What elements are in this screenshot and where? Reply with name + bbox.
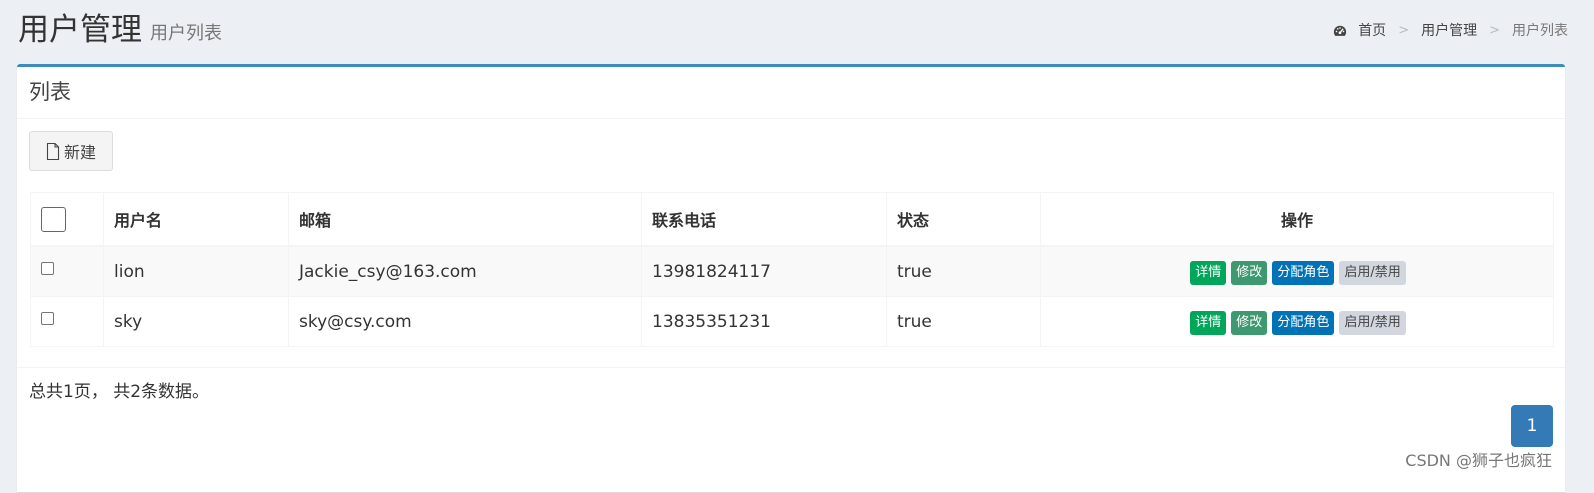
breadcrumb-separator: > [1489,23,1500,38]
box-header: 列表 [17,67,1565,119]
table-row: lion Jackie_csy@163.com 13981824117 true… [30,245,1554,297]
cell-phone: 13835351231 [641,296,887,347]
column-header-email[interactable]: 邮箱 [288,192,642,247]
breadcrumb-home-link[interactable]: 首页 [1358,20,1386,42]
cell-actions: 详情 修改 分配角色 启用/禁用 [1040,245,1554,297]
cell-username: sky [103,296,289,347]
cell-email: Jackie_csy@163.com [288,245,642,297]
breadcrumb-current: 用户列表 [1512,23,1568,39]
page-subtitle: 用户列表 [150,23,222,44]
edit-button[interactable]: 修改 [1231,260,1268,285]
row-checkbox[interactable] [41,312,54,325]
detail-button[interactable]: 详情 [1190,310,1227,335]
content-header: 用户管理 用户列表 首页 > 用户管理 > 用户列表 [0,0,1594,64]
box-footer: 总共1页， 共2条数据。 1 [17,367,1565,493]
pagination-summary: 总共1页， 共2条数据。 [29,382,210,402]
column-header-phone[interactable]: 联系电话 [641,192,887,247]
column-header-username[interactable]: 用户名 [103,192,289,247]
box-title: 列表 [29,80,71,104]
edit-button[interactable]: 修改 [1231,310,1268,335]
assign-role-button[interactable]: 分配角色 [1272,310,1335,335]
cell-email: sky@csy.com [288,296,642,347]
row-select-cell [30,245,104,297]
action-buttons: 详情 修改 分配角色 启用/禁用 [1190,310,1406,335]
cell-actions: 详情 修改 分配角色 启用/禁用 [1040,296,1554,347]
select-all-checkbox[interactable] [41,206,66,232]
cell-status: true [886,296,1041,347]
user-table: 用户名 邮箱 联系电话 状态 操作 lion Jackie_csy@163.co… [30,192,1554,347]
cell-phone: 13981824117 [641,245,887,297]
new-button-label: 新建 [63,143,96,162]
breadcrumb-user-management-link[interactable]: 用户管理 [1421,20,1477,42]
table-header-row: 用户名 邮箱 联系电话 状态 操作 [30,192,1554,247]
table-row: sky sky@csy.com 13835351231 true 详情 修改 分… [30,296,1554,347]
select-all-cell [30,192,104,247]
dashboard-icon [1334,25,1347,36]
row-select-cell [30,296,104,347]
pagination-page-button[interactable]: 1 [1511,405,1553,447]
list-box: 列表 新建 用户名 邮箱 联系电话 状态 操作 lion Jackie_csy@… [17,64,1565,492]
watermark: CSDN @狮子也疯狂 [1405,451,1552,470]
breadcrumb: 首页 > 用户管理 > 用户列表 [1333,20,1568,42]
new-button[interactable]: 新建 [29,131,113,171]
file-icon [46,142,60,160]
detail-button[interactable]: 详情 [1190,260,1227,285]
breadcrumb-separator: > [1398,23,1410,38]
assign-role-button[interactable]: 分配角色 [1272,260,1335,285]
cell-status: true [886,245,1041,297]
row-checkbox[interactable] [41,262,54,275]
toggle-status-button[interactable]: 启用/禁用 [1339,260,1406,285]
column-header-status[interactable]: 状态 [886,192,1041,247]
action-buttons: 详情 修改 分配角色 启用/禁用 [1190,260,1406,285]
page-title: 用户管理 [18,12,142,48]
column-header-actions: 操作 [1040,192,1554,247]
cell-username: lion [103,245,289,297]
toggle-status-button[interactable]: 启用/禁用 [1339,310,1406,335]
